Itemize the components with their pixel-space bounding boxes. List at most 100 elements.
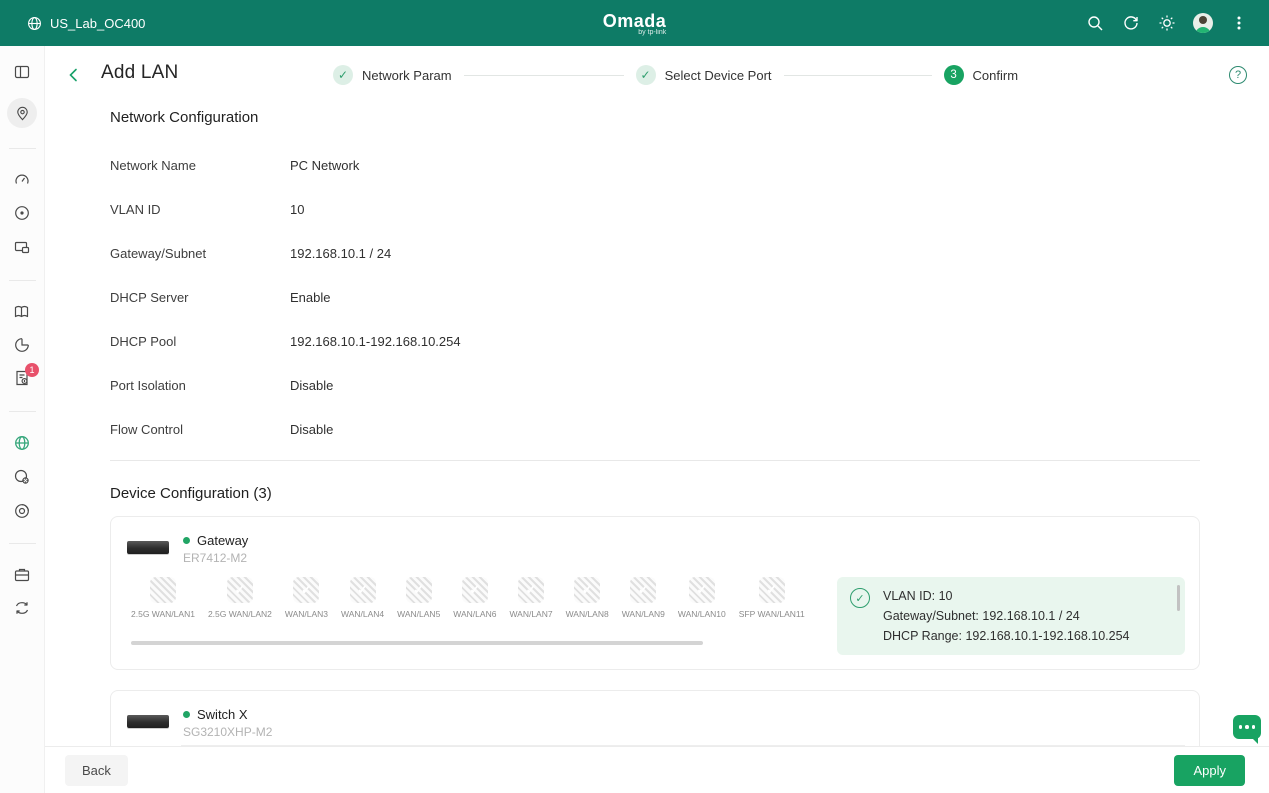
main-content: Network Configuration Network Name PC Ne… — [45, 104, 1269, 746]
sidebar: 1 — [0, 46, 45, 793]
network-configuration-heading: Network Configuration — [110, 109, 259, 126]
status-dot-online — [183, 537, 190, 544]
port-status-icon — [349, 577, 376, 603]
footer-bar: Back Apply — [45, 746, 1269, 793]
sidebar-divider — [9, 280, 36, 281]
refresh-icon[interactable] — [1121, 13, 1141, 33]
site-selector[interactable]: US_Lab_OC400 — [27, 16, 145, 31]
section-divider — [110, 460, 1200, 461]
device-card-gateway: Gateway ER7412-M2 2.5G WAN/LAN1 2.5G WAN… — [110, 516, 1200, 670]
success-check-icon: ✓ — [850, 588, 870, 608]
step-select-device-port[interactable]: ✓ Select Device Port — [635, 65, 772, 85]
step-number: 3 — [943, 65, 964, 85]
logs-badge: 1 — [25, 363, 39, 377]
step-connector — [783, 74, 932, 76]
wizard-steps: ✓ Network Param ✓ Select Device Port 3 C… — [333, 46, 1018, 104]
gateway-port: WAN/LAN9 — [622, 577, 665, 619]
network-configuration-rows: Network Name PC Network VLAN ID 10 Gatew… — [110, 143, 1200, 451]
gateway-port: WAN/LAN6 — [453, 577, 496, 619]
device-configuration-heading: Device Configuration (3) — [110, 485, 272, 502]
dashboard-icon[interactable] — [13, 63, 31, 81]
switch-device-image — [127, 715, 169, 728]
gateway-port: WAN/LAN5 — [397, 577, 440, 619]
port-status-icon — [149, 577, 176, 603]
port-status-icon — [758, 577, 785, 603]
port-status-icon — [518, 577, 544, 603]
omada-logo-subtext: by tp-link — [638, 28, 667, 36]
config-row: VLAN ID 10 — [110, 201, 305, 217]
profiles-disc-icon[interactable] — [13, 502, 31, 520]
wizard-header: Add LAN ✓ Network Param ✓ Select Device … — [45, 46, 1269, 104]
globe-icon — [27, 16, 42, 31]
toolbox-icon[interactable] — [13, 566, 31, 584]
summary-vertical-scrollbar[interactable] — [1177, 585, 1180, 611]
config-row: Network Name PC Network — [110, 157, 360, 173]
omada-logo: Omada by tp-link — [603, 11, 667, 36]
summary-vlan-id: VLAN ID: 10 — [883, 589, 953, 603]
page-title: Add LAN — [101, 62, 179, 83]
gateway-port: WAN/LAN4 — [341, 577, 384, 619]
step-network-param[interactable]: ✓ Network Param — [333, 65, 452, 85]
step-connector — [463, 74, 624, 76]
summary-gateway-subnet: Gateway/Subnet: 192.168.10.1 / 24 — [883, 609, 1080, 623]
sites-pin-icon[interactable] — [7, 98, 37, 128]
devices-icon[interactable] — [13, 238, 31, 256]
chat-feedback-icon[interactable] — [1233, 715, 1261, 744]
gateway-port: WAN/LAN10 — [678, 577, 726, 619]
gateway-port-list: 2.5G WAN/LAN1 2.5G WAN/LAN2 WAN/LAN3 WAN… — [131, 577, 805, 619]
device-model: ER7412-M2 — [183, 551, 248, 565]
sidebar-divider — [9, 543, 36, 544]
port-status-icon — [630, 577, 657, 603]
gateway-port: 2.5G WAN/LAN1 — [131, 577, 195, 619]
gateway-port: WAN/LAN8 — [566, 577, 609, 619]
gateway-device-image — [127, 541, 169, 554]
vlan-summary-box: ✓ VLAN ID: 10 Gateway/Subnet: 192.168.10… — [837, 577, 1185, 655]
insights-pie-icon[interactable] — [13, 336, 31, 354]
target-icon[interactable] — [13, 204, 31, 222]
port-status-icon — [226, 577, 253, 603]
config-row: Gateway/Subnet 192.168.10.1 / 24 — [110, 245, 392, 261]
ports-horizontal-scrollbar[interactable] — [131, 641, 703, 645]
port-status-icon — [405, 577, 432, 603]
site-name: US_Lab_OC400 — [50, 15, 146, 31]
gateway-port: SFP WAN/LAN11 — [739, 577, 805, 619]
apply-button[interactable]: Apply — [1174, 754, 1245, 786]
step-confirm[interactable]: 3 Confirm — [943, 65, 1018, 85]
account-avatar[interactable] — [1193, 13, 1213, 33]
back-arrow-icon[interactable] — [63, 64, 85, 86]
sidebar-divider — [9, 411, 36, 412]
port-status-icon — [688, 577, 715, 603]
port-status-icon — [574, 577, 601, 603]
device-header: Gateway ER7412-M2 — [111, 517, 1199, 565]
port-status-icon — [461, 577, 488, 603]
page: US_Lab_OC400 Omada by tp-link 1 Add LAN … — [0, 0, 1269, 793]
settings-gear-icon[interactable] — [13, 468, 31, 486]
config-row: Flow Control Disable — [110, 421, 334, 437]
wired-networks-globe-icon[interactable] — [13, 434, 31, 452]
device-header: Switch X SG3210XHP-M2 — [111, 691, 1199, 739]
topbar-actions — [1085, 13, 1249, 33]
gateway-port: 2.5G WAN/LAN2 — [208, 577, 272, 619]
map-icon[interactable] — [13, 303, 31, 321]
topbar: US_Lab_OC400 Omada by tp-link — [0, 0, 1269, 46]
search-icon[interactable] — [1085, 13, 1105, 33]
config-row: DHCP Server Enable — [110, 289, 331, 305]
back-button[interactable]: Back — [65, 754, 128, 786]
config-row: DHCP Pool 192.168.10.1-192.168.10.254 — [110, 333, 461, 349]
step-check-icon: ✓ — [333, 65, 353, 85]
gateway-port: WAN/LAN3 — [285, 577, 328, 619]
logs-icon[interactable]: 1 — [13, 363, 39, 387]
device-card-switch: Switch X SG3210XHP-M2 — [110, 690, 1200, 746]
status-dot-online — [183, 711, 190, 718]
sidebar-divider — [9, 148, 36, 149]
sync-icon[interactable] — [13, 599, 31, 617]
step-check-icon: ✓ — [635, 65, 656, 85]
more-kebab-icon[interactable] — [1229, 13, 1249, 33]
help-icon[interactable]: ? — [1229, 66, 1247, 84]
device-model: SG3210XHP-M2 — [183, 725, 273, 739]
port-status-icon — [293, 577, 320, 603]
device-name: Switch X — [197, 707, 248, 722]
gateway-port: WAN/LAN7 — [509, 577, 553, 619]
theme-icon[interactable] — [1157, 13, 1177, 33]
speed-gauge-icon[interactable] — [13, 171, 31, 189]
